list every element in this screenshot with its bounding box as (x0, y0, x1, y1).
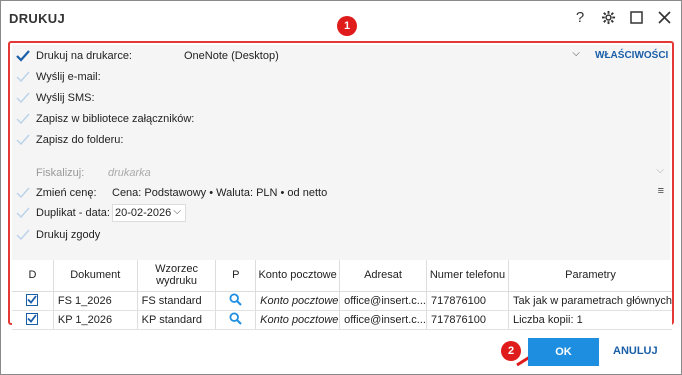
send-email-label: Wyślij e-mail: (36, 71, 101, 83)
template-cell[interactable]: KP standard (136, 310, 216, 330)
help-icon[interactable]: ? (571, 7, 589, 27)
send-sms-label: Wyślij SMS: (36, 92, 95, 104)
search-icon[interactable] (229, 311, 243, 328)
column-header[interactable]: Konto pocztowe (255, 260, 340, 292)
duplicate-date-value: 20-02-2026 (115, 207, 172, 219)
price-settings-field[interactable]: Cena: Podstawowy • Waluta: PLN • od nett… (112, 184, 668, 202)
save-folder-label: Zapisz do folderu: (36, 134, 124, 146)
row-checkbox[interactable] (26, 293, 39, 306)
column-header[interactable]: P (215, 260, 256, 292)
option-fiscalize: Fiskalizuj: (16, 164, 84, 182)
documents-table: D Dokument Wzorzec wydruku P Konto poczt… (12, 260, 672, 330)
option-change-price[interactable]: Zmień cenę: (16, 184, 97, 202)
maximize-icon[interactable] (627, 7, 645, 27)
option-send-email[interactable]: Wyślij e-mail: (16, 68, 101, 86)
phone-cell[interactable]: 717876100 (425, 310, 509, 330)
fiscalize-select-value: drukarka (108, 167, 151, 179)
close-icon[interactable] (655, 7, 673, 27)
search-icon[interactable] (229, 292, 243, 309)
dialog-title: DRUKUJ (9, 11, 65, 26)
printer-select-value: OneNote (Desktop) (184, 50, 279, 62)
cancel-button[interactable]: ANULUJ (613, 345, 658, 357)
option-save-folder[interactable]: Zapisz do folderu: (16, 131, 123, 149)
checkmark-icon[interactable] (16, 70, 30, 84)
option-print-consents[interactable]: Drukuj zgody (16, 226, 100, 244)
menu-icon[interactable]: ≡ (658, 185, 664, 197)
duplicate-date-picker[interactable]: 20-02-2026 ⌵ (112, 204, 186, 222)
table-row[interactable]: KP 1_2026 KP standard Konto pocztowe off… (12, 310, 672, 330)
document-cell: KP 1_2026 (52, 310, 138, 330)
option-send-sms[interactable]: Wyślij SMS: (16, 89, 95, 107)
fiscalize-select: drukarka ⌵ (108, 164, 668, 182)
document-cell: FS 1_2026 (52, 291, 138, 311)
chevron-down-icon: ⌵ (173, 206, 181, 217)
option-print-printer[interactable]: Drukuj na drukarce: (16, 47, 132, 65)
table-row[interactable]: FS 1_2026 FS standard Konto pocztowe off… (12, 291, 672, 311)
column-header[interactable]: Numer telefonu (425, 260, 509, 292)
recipient-cell[interactable]: office@insert.c... (339, 310, 427, 330)
account-cell[interactable]: Konto pocztowe (255, 310, 340, 330)
gear-icon[interactable] (599, 7, 617, 27)
print-printer-label: Drukuj na drukarce: (36, 50, 132, 62)
template-cell[interactable]: FS standard (136, 291, 216, 311)
row-checkbox[interactable] (26, 312, 39, 325)
printer-select[interactable]: OneNote (Desktop) ⌵ (184, 47, 584, 65)
recipient-cell[interactable]: office@insert.c... (339, 291, 427, 311)
step-marker-1: 1 (337, 16, 357, 36)
price-settings-value: Cena: Podstawowy • Waluta: PLN • od nett… (112, 187, 328, 199)
column-header[interactable]: Dokument (52, 260, 138, 292)
params-cell[interactable]: Liczba kopii: 1 (507, 310, 672, 330)
column-header[interactable]: Adresat (339, 260, 427, 292)
table-header: D Dokument Wzorzec wydruku P Konto poczt… (12, 260, 672, 292)
checkmark-icon[interactable] (16, 91, 30, 105)
print-options-panel: Drukuj na drukarce: OneNote (Desktop) ⌵ … (8, 41, 674, 330)
chevron-down-icon: ⌵ (656, 165, 664, 176)
print-dialog: DRUKUJ ? 1 Drukuj na drukarce: OneNote (… (0, 0, 682, 375)
phone-cell[interactable]: 717876100 (425, 291, 509, 311)
column-header[interactable]: D (12, 260, 54, 292)
params-cell[interactable]: Tak jak w parametrach głównych (507, 291, 672, 311)
column-header[interactable]: Wzorzec wydruku (136, 260, 216, 292)
ok-button[interactable]: OK (528, 338, 599, 366)
change-price-label: Zmień cenę: (36, 187, 97, 199)
account-cell[interactable]: Konto pocztowe (255, 291, 340, 311)
option-duplicate[interactable]: Duplikat - data: (16, 204, 110, 222)
checkmark-icon[interactable] (16, 49, 30, 63)
save-attachments-label: Zapisz w bibliotece załączników: (36, 113, 195, 125)
properties-link[interactable]: WŁAŚCIWOŚCI (595, 50, 668, 61)
checkmark-icon[interactable] (16, 228, 30, 242)
column-header[interactable]: Parametry (507, 260, 672, 292)
fiscalize-label: Fiskalizuj: (36, 167, 85, 179)
chevron-down-icon: ⌵ (572, 48, 580, 59)
checkmark-icon[interactable] (16, 112, 30, 126)
print-consents-label: Drukuj zgody (36, 229, 101, 241)
checkmark-icon[interactable] (16, 186, 30, 200)
option-save-attachments[interactable]: Zapisz w bibliotece załączników: (16, 110, 194, 128)
checkmark-icon[interactable] (16, 206, 30, 220)
checkmark-icon[interactable] (16, 133, 30, 147)
duplicate-label: Duplikat - data: (36, 207, 110, 219)
